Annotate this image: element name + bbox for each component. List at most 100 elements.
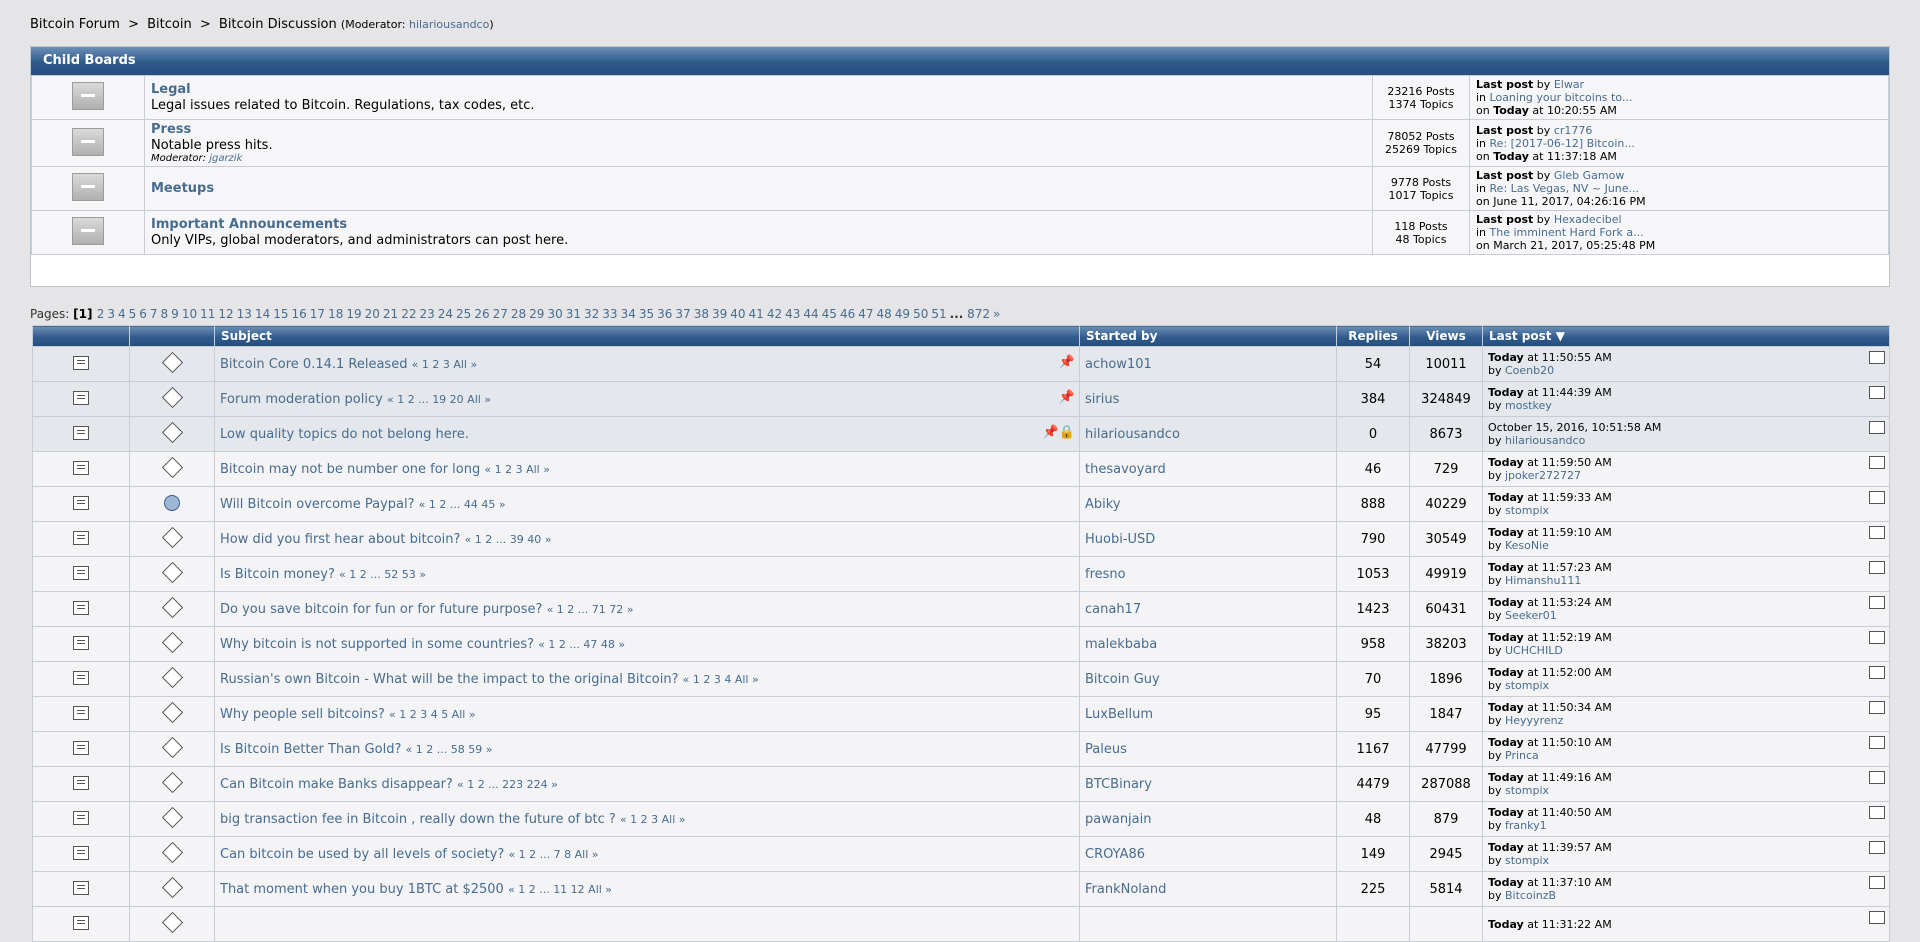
page-link[interactable]: 40 (730, 307, 745, 321)
topic-pages[interactable]: « 1 2 ... 47 48 » (538, 638, 625, 651)
last-post-go-icon[interactable] (1869, 351, 1885, 364)
last-post-author[interactable]: franky1 (1505, 819, 1547, 832)
last-post-go-icon[interactable] (1869, 666, 1885, 679)
page-next[interactable]: » (993, 307, 1000, 321)
topic-starter[interactable]: thesavoyard (1079, 451, 1337, 487)
page-link[interactable]: 21 (383, 307, 398, 321)
topic-pages[interactable]: « 1 2 3 4 5 All » (389, 708, 476, 721)
page-link[interactable]: 27 (493, 307, 508, 321)
page-link[interactable]: 5 (129, 307, 137, 321)
topic-starter[interactable]: achow101 (1079, 346, 1337, 382)
last-post-author[interactable]: Himanshu111 (1505, 574, 1581, 587)
last-post-author[interactable]: stompix (1505, 784, 1549, 797)
last-post-topic[interactable]: Re: Las Vegas, NV ~ June... (1490, 182, 1640, 195)
last-post-author[interactable]: Coenb20 (1505, 364, 1554, 377)
page-link[interactable]: 17 (310, 307, 325, 321)
topic-subject[interactable]: Russian's own Bitcoin - What will be the… (220, 672, 679, 687)
page-link[interactable]: 44 (803, 307, 818, 321)
topic-starter[interactable]: BTCBinary (1079, 766, 1337, 802)
page-link[interactable]: 28 (511, 307, 526, 321)
topic-pages[interactable]: « 1 2 ... 7 8 All » (508, 848, 598, 861)
last-post-go-icon[interactable] (1869, 596, 1885, 609)
topic-pages[interactable]: « 1 2 3 All » (412, 358, 478, 371)
last-post-go-icon[interactable] (1869, 806, 1885, 819)
last-post-go-icon[interactable] (1869, 526, 1885, 539)
topic-subject[interactable]: Forum moderation policy (220, 392, 383, 407)
page-link[interactable]: 34 (621, 307, 636, 321)
last-post-topic[interactable]: The imminent Hard Fork a... (1490, 226, 1644, 239)
topic-pages[interactable]: « 1 2 ... 58 59 » (406, 743, 493, 756)
topic-starter[interactable]: canah17 (1079, 591, 1337, 627)
topic-subject[interactable]: Bitcoin may not be number one for long (220, 462, 480, 477)
topic-subject[interactable]: That moment when you buy 1BTC at $2500 (220, 882, 504, 897)
topic-subject[interactable]: Why people sell bitcoins? (220, 707, 385, 722)
last-post-author[interactable]: KesoNie (1505, 539, 1549, 552)
last-post-author[interactable]: UCHCHILD (1505, 644, 1563, 657)
page-link[interactable]: 43 (785, 307, 800, 321)
last-post-go-icon[interactable] (1869, 456, 1885, 469)
page-link[interactable]: 12 (218, 307, 233, 321)
last-post-author[interactable]: cr1776 (1554, 124, 1593, 137)
moderator-link[interactable]: hilariousandco (409, 18, 489, 31)
topic-subject[interactable]: Will Bitcoin overcome Paypal? (220, 497, 415, 512)
topic-subject[interactable]: big transaction fee in Bitcoin , really … (220, 812, 616, 827)
topic-subject[interactable]: Is Bitcoin money? (220, 567, 335, 582)
board-name[interactable]: Important Announcements (151, 217, 1366, 232)
last-post-author[interactable]: Heyyyrenz (1505, 714, 1563, 727)
header-started-by[interactable]: Started by (1079, 325, 1337, 347)
topic-starter[interactable]: malekbaba (1079, 626, 1337, 662)
last-post-go-icon[interactable] (1869, 911, 1885, 924)
board-status-icon[interactable] (72, 127, 104, 156)
last-post-go-icon[interactable] (1869, 631, 1885, 644)
board-moderator-link[interactable]: jgarzik (209, 153, 242, 164)
last-post-go-icon[interactable] (1869, 561, 1885, 574)
page-link[interactable]: 10 (182, 307, 197, 321)
page-link[interactable]: 14 (255, 307, 270, 321)
topic-subject[interactable]: Do you save bitcoin for fun or for futur… (220, 602, 542, 617)
page-link[interactable]: 50 (913, 307, 928, 321)
page-link-last[interactable]: 872 (967, 307, 990, 321)
page-link[interactable]: 22 (401, 307, 416, 321)
page-link[interactable]: 20 (365, 307, 380, 321)
page-link[interactable]: 39 (712, 307, 727, 321)
page-link[interactable]: 3 (107, 307, 115, 321)
page-link[interactable]: 37 (675, 307, 690, 321)
topic-subject[interactable]: Low quality topics do not belong here. (220, 427, 469, 442)
topic-pages[interactable]: « 1 2 3 All » (620, 813, 686, 826)
header-replies[interactable]: Replies (1336, 325, 1410, 347)
page-link[interactable]: 42 (767, 307, 782, 321)
page-link[interactable]: 30 (547, 307, 562, 321)
topic-subject[interactable]: How did you first hear about bitcoin? (220, 532, 460, 547)
topic-starter[interactable]: Huobi-USD (1079, 521, 1337, 557)
page-link[interactable]: 24 (438, 307, 453, 321)
topic-pages[interactable]: « 1 2 ... 11 12 All » (508, 883, 612, 896)
topic-starter[interactable]: sirius (1079, 381, 1337, 417)
page-link[interactable]: 13 (237, 307, 252, 321)
topic-pages[interactable]: « 1 2 3 All » (484, 463, 550, 476)
header-last-post[interactable]: Last post ▼ (1482, 325, 1890, 347)
last-post-go-icon[interactable] (1869, 701, 1885, 714)
board-name[interactable]: Meetups (151, 181, 1366, 196)
topic-starter[interactable]: hilariousandco (1079, 416, 1337, 452)
last-post-author[interactable]: stompix (1505, 854, 1549, 867)
page-link[interactable]: 36 (657, 307, 672, 321)
topic-starter[interactable]: Bitcoin Guy (1079, 661, 1337, 697)
last-post-author[interactable]: Princa (1505, 749, 1539, 762)
page-link[interactable]: 23 (419, 307, 434, 321)
last-post-author[interactable]: stompix (1505, 504, 1549, 517)
page-link[interactable]: 18 (328, 307, 343, 321)
topic-starter[interactable]: pawanjain (1079, 801, 1337, 837)
topic-subject[interactable]: Can Bitcoin make Banks disappear? (220, 777, 453, 792)
topic-pages[interactable]: « 1 2 ... 52 53 » (339, 568, 426, 581)
last-post-go-icon[interactable] (1869, 386, 1885, 399)
page-link[interactable]: 33 (602, 307, 617, 321)
last-post-author[interactable]: Elwar (1554, 78, 1584, 91)
last-post-author[interactable]: Hexadecibel (1554, 213, 1622, 226)
page-link[interactable]: 15 (273, 307, 288, 321)
page-link[interactable]: 16 (292, 307, 307, 321)
page-link[interactable]: 46 (840, 307, 855, 321)
board-status-icon[interactable] (72, 173, 104, 201)
topic-starter[interactable]: FrankNoland (1079, 871, 1337, 907)
breadcrumb-discussion[interactable]: Bitcoin Discussion (219, 17, 337, 32)
topic-pages[interactable]: « 1 2 3 4 All » (683, 673, 759, 686)
